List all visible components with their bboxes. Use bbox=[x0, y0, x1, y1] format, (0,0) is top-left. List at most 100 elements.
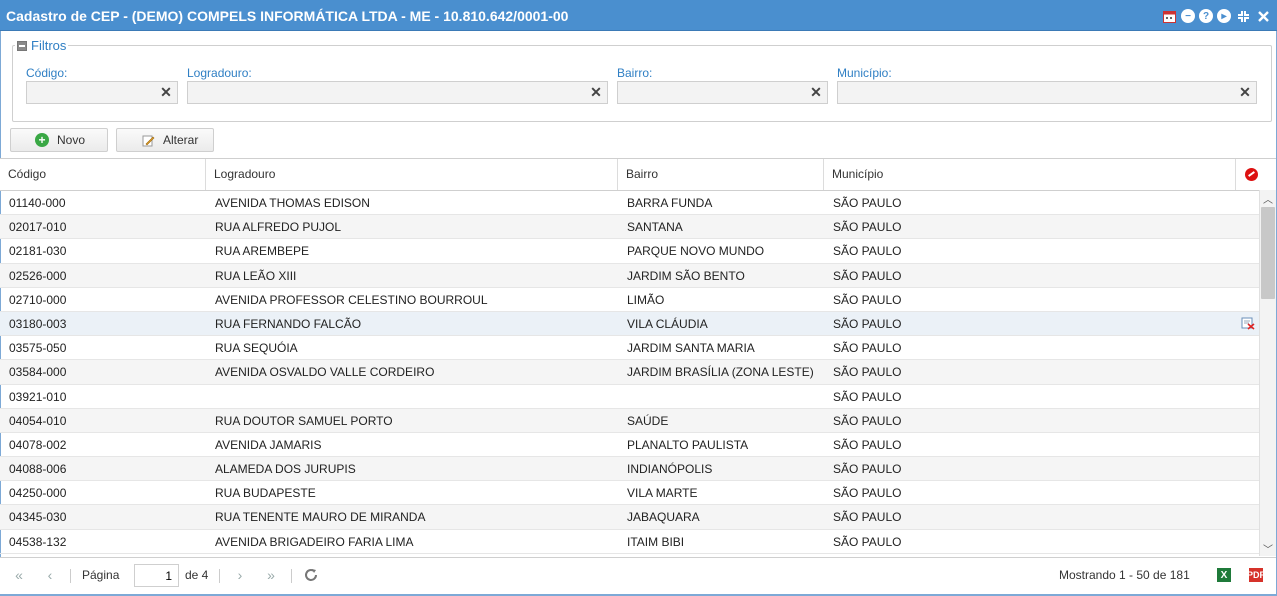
pager-separator bbox=[70, 569, 71, 583]
filters-legend-label: Filtros bbox=[31, 38, 67, 53]
vertical-scrollbar[interactable]: ︿ ﹀ bbox=[1259, 190, 1276, 556]
close-icon[interactable] bbox=[1255, 8, 1271, 24]
table-row[interactable]: 02710-000 AVENIDA PROFESSOR CELESTINO BOU… bbox=[0, 288, 1259, 312]
collapse-icon[interactable] bbox=[1235, 8, 1251, 24]
table-row[interactable]: 04345-030 RUA TENENTE MAURO DE MIRANDA JAB… bbox=[0, 505, 1259, 530]
table-row[interactable]: 04054-010 RUA DOUTOR SAMUEL PORTO SAÚDE SÃO… bbox=[0, 408, 1259, 433]
scroll-thumb[interactable] bbox=[1261, 207, 1275, 299]
clear-icon[interactable]: ✕ bbox=[805, 82, 827, 103]
cell-bairro: JARDIM SÃO BENTO bbox=[627, 268, 745, 283]
cell-bairro: BARRA FUNDA bbox=[627, 196, 713, 210]
table-row[interactable]: 02526-000 RUA LEÃO XIII JARDIM SÃO BENTO SÃ… bbox=[0, 263, 1259, 288]
pdf-export-icon[interactable]: PDF bbox=[1247, 568, 1265, 582]
new-button[interactable]: + Novo bbox=[10, 128, 108, 152]
cell-municipio: SÃO PAULO bbox=[833, 437, 902, 452]
cell-municipio: SÃO PAULO bbox=[833, 389, 902, 404]
cell-codigo: 02710-000 bbox=[9, 292, 67, 307]
clear-filter-icon[interactable] bbox=[1245, 168, 1258, 181]
grid-body: 01140-000 AVENIDA THOMAS EDISON BARRA FUND… bbox=[0, 191, 1259, 557]
column-header-logradouro[interactable]: Logradouro bbox=[206, 159, 618, 190]
cell-municipio: SÃO PAULO bbox=[833, 534, 902, 549]
cell-codigo: 04088-006 bbox=[9, 462, 67, 477]
column-header-codigo[interactable]: Código bbox=[0, 159, 206, 190]
cep-grid: Código Logradouro Bairro Município 01140… bbox=[0, 158, 1276, 556]
table-row[interactable]: 04250-000 RUA BUDAPESTE VILA MARTE SÃO PAUL… bbox=[0, 481, 1259, 506]
delete-row-icon[interactable] bbox=[1241, 317, 1255, 330]
calendar-icon[interactable] bbox=[1161, 8, 1177, 24]
filters-legend[interactable]: Filtros bbox=[15, 38, 69, 53]
first-page-icon[interactable]: « bbox=[10, 566, 28, 584]
logradouro-label: Logradouro: bbox=[187, 66, 252, 80]
cell-logradouro: RUA ALFREDO PUJOL bbox=[215, 220, 342, 235]
cell-codigo: 02181-030 bbox=[9, 244, 67, 259]
cell-bairro: JARDIM BRASÍLIA (ZONA LESTE) bbox=[627, 365, 814, 380]
cell-codigo: 03575-050 bbox=[9, 341, 67, 356]
edit-button[interactable]: Alterar bbox=[116, 128, 214, 152]
cell-municipio: SÃO PAULO bbox=[833, 316, 902, 331]
minimize-icon[interactable]: − bbox=[1181, 9, 1195, 23]
results-summary: Mostrando 1 - 50 de 181 bbox=[1059, 568, 1190, 582]
municipio-input[interactable] bbox=[838, 82, 1256, 103]
prev-page-icon[interactable]: ‹ bbox=[41, 566, 59, 584]
table-row[interactable]: 02181-030 RUA AREMBEPE PARQUE NOVO MUNDO SÃ… bbox=[0, 239, 1259, 264]
cell-municipio: SÃO PAULO bbox=[833, 413, 902, 428]
play-icon[interactable]: ▸ bbox=[1217, 9, 1231, 23]
clear-icon[interactable]: ✕ bbox=[585, 82, 607, 103]
cell-bairro: SANTANA bbox=[627, 220, 683, 235]
cell-bairro: VILA CLÁUDIA bbox=[627, 316, 708, 331]
cell-codigo: 01140-000 bbox=[9, 196, 66, 210]
collapse-icon[interactable] bbox=[17, 40, 27, 51]
clear-icon[interactable]: ✕ bbox=[1234, 82, 1256, 103]
bairro-input[interactable] bbox=[618, 82, 827, 103]
cell-bairro: JARDIM SANTA MARIA bbox=[627, 341, 755, 356]
edit-button-label: Alterar bbox=[163, 133, 199, 147]
table-row[interactable]: 04088-006 ALAMEDA DOS JURUPIS INDIANÓPOLIS… bbox=[0, 457, 1259, 482]
cell-logradouro: RUA TENENTE MAURO DE MIRANDA bbox=[215, 510, 426, 525]
cell-codigo: 04250-000 bbox=[9, 486, 67, 501]
table-row[interactable]: 03921-010 SÃO PAULO bbox=[0, 385, 1259, 409]
scroll-down-icon[interactable]: ﹀ bbox=[1260, 540, 1276, 556]
refresh-icon[interactable] bbox=[302, 566, 320, 584]
table-row[interactable]: 04538-132 AVENIDA BRIGADEIRO FARIA LIMA IT… bbox=[0, 530, 1259, 554]
cell-municipio: SÃO PAULO bbox=[833, 462, 902, 477]
help-icon[interactable]: ? bbox=[1199, 9, 1213, 23]
cell-logradouro: RUA FERNANDO FALCÃO bbox=[215, 316, 362, 331]
cell-municipio: SÃO PAULO bbox=[833, 486, 902, 501]
table-row[interactable]: 04078-002 AVENIDA JAMARIS PLANALTO PAULIST… bbox=[0, 433, 1259, 458]
codigo-field: ✕ bbox=[26, 81, 178, 104]
municipio-label: Município: bbox=[837, 66, 892, 80]
cell-municipio: SÃO PAULO bbox=[833, 365, 902, 380]
cell-logradouro: ALAMEDA DOS JURUPIS bbox=[215, 462, 356, 477]
scroll-up-icon[interactable]: ︿ bbox=[1260, 190, 1276, 206]
next-page-icon[interactable]: › bbox=[231, 566, 249, 584]
cell-bairro: ITAIM BIBI bbox=[627, 534, 685, 549]
table-row[interactable]: 03584-000 AVENIDA OSVALDO VALLE CORDEIRO J… bbox=[0, 360, 1259, 385]
cell-municipio: SÃO PAULO bbox=[833, 244, 902, 259]
table-row[interactable]: 02017-010 RUA ALFREDO PUJOL SANTANA SÃO PAU… bbox=[0, 215, 1259, 240]
cell-bairro: VILA MARTE bbox=[627, 486, 698, 501]
table-row[interactable]: 03180-003 RUA FERNANDO FALCÃO VILA CLÁUDIA… bbox=[0, 311, 1259, 337]
pager: « ‹ Página de 4 › » Mostrando 1 - 50 de … bbox=[0, 557, 1276, 594]
column-header-municipio[interactable]: Município bbox=[824, 159, 1236, 190]
excel-export-icon[interactable]: X bbox=[1217, 568, 1231, 582]
logradouro-input[interactable] bbox=[188, 82, 607, 103]
column-header-bairro[interactable]: Bairro bbox=[618, 159, 824, 190]
cell-logradouro: RUA DOUTOR SAMUEL PORTO bbox=[215, 413, 393, 428]
add-icon: + bbox=[35, 133, 49, 147]
cell-codigo: 04078-002 bbox=[9, 437, 67, 452]
table-row[interactable]: 03575-050 RUA SEQUÓIA JARDIM SANTA MARIA SÃ… bbox=[0, 336, 1259, 361]
window-tools: − ? ▸ bbox=[1161, 8, 1271, 24]
cell-bairro: PLANALTO PAULISTA bbox=[627, 437, 749, 452]
last-page-icon[interactable]: » bbox=[262, 566, 280, 584]
table-row[interactable]: 01140-000 AVENIDA THOMAS EDISON BARRA FUND… bbox=[0, 191, 1259, 216]
cell-logradouro: RUA LEÃO XIII bbox=[215, 268, 297, 283]
cell-bairro: PARQUE NOVO MUNDO bbox=[627, 244, 765, 259]
clear-icon[interactable]: ✕ bbox=[155, 82, 177, 103]
cell-bairro: INDIANÓPOLIS bbox=[627, 462, 713, 477]
pager-separator bbox=[219, 569, 220, 583]
cell-bairro: LIMÃO bbox=[627, 292, 665, 307]
cell-municipio: SÃO PAULO bbox=[833, 292, 902, 307]
page-input[interactable] bbox=[134, 564, 179, 587]
cell-codigo: 03584-000 bbox=[9, 365, 67, 380]
logradouro-field: ✕ bbox=[187, 81, 608, 104]
